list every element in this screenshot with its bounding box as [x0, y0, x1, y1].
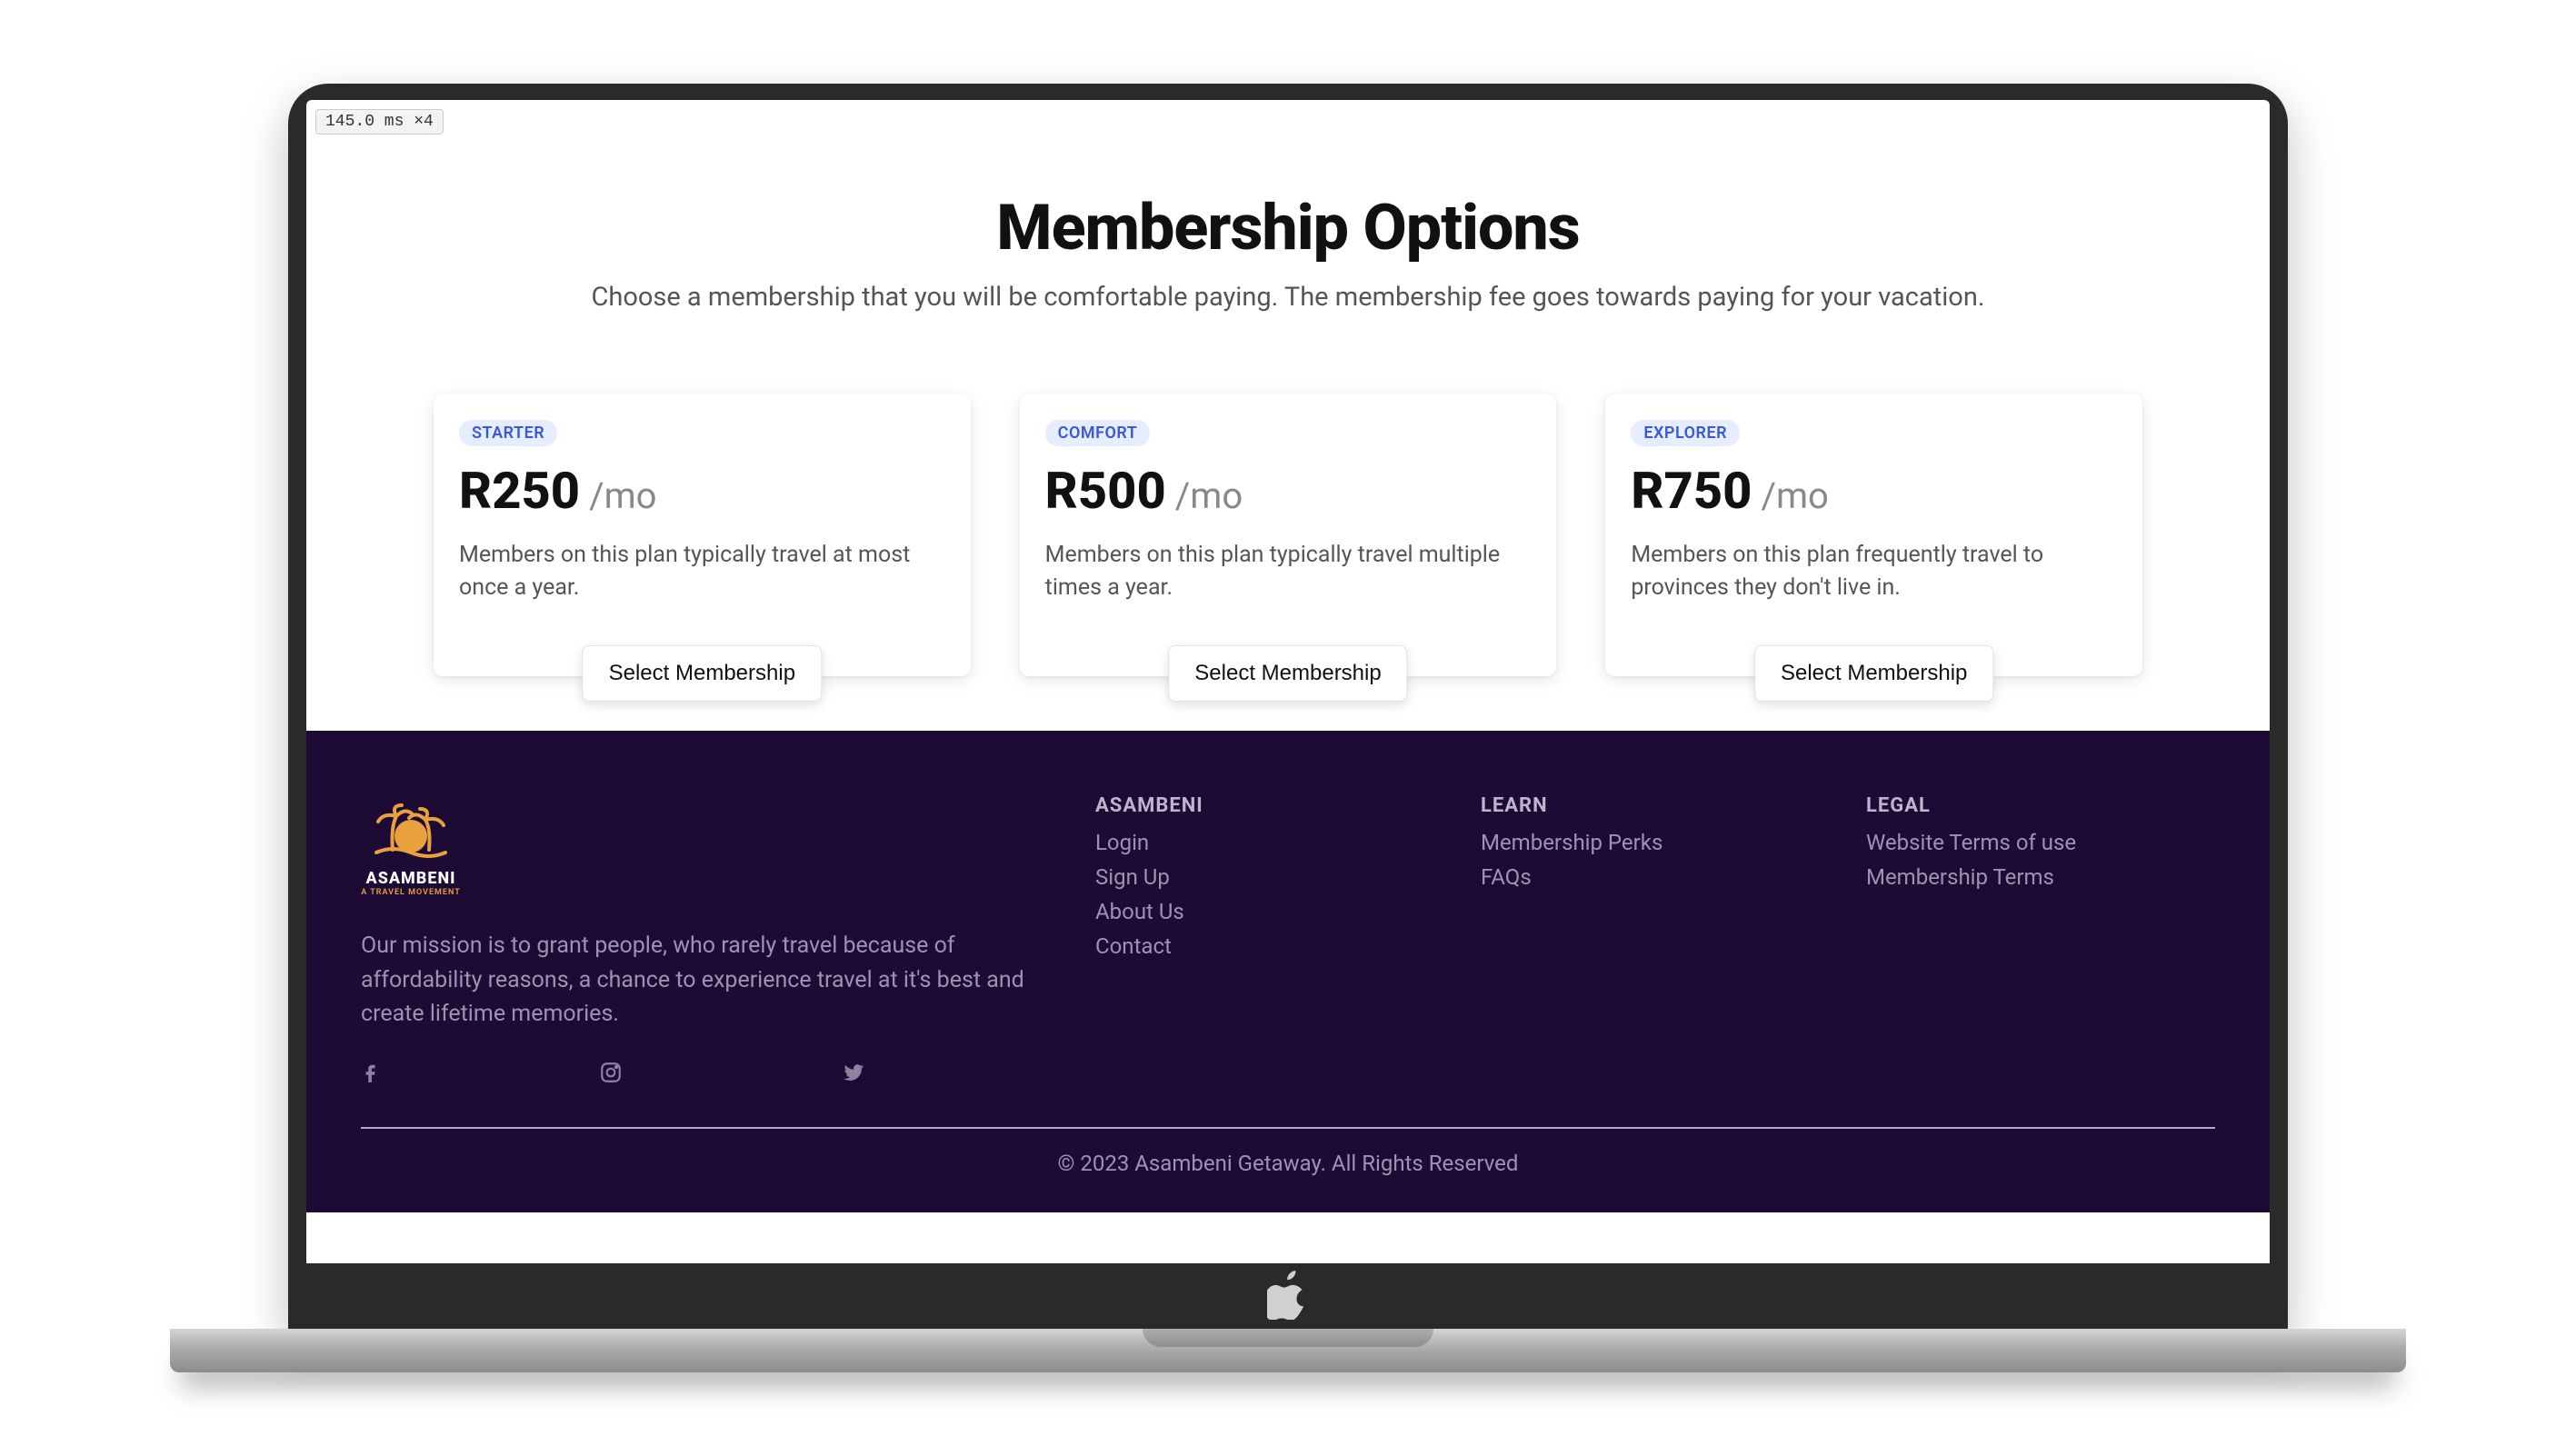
plan-price: R750: [1631, 461, 1752, 521]
brand-logo-tag: A TRAVEL MOVEMENT: [361, 888, 461, 897]
footer: ASAMBENI A TRAVEL MOVEMENT Our mission i…: [306, 731, 2270, 1212]
footer-grid: ASAMBENI A TRAVEL MOVEMENT Our mission i…: [361, 794, 2215, 1091]
footer-brand-col: ASAMBENI A TRAVEL MOVEMENT Our mission i…: [361, 794, 1059, 1091]
plan-period: /mo: [589, 474, 656, 517]
apple-logo-icon: [1267, 1271, 1309, 1320]
laptop-chin: [306, 1263, 2270, 1327]
page-content: Membership Options Choose a membership t…: [306, 100, 2270, 731]
footer-link-perks[interactable]: Membership Perks: [1481, 830, 1830, 855]
footer-col-head: LEGAL: [1866, 794, 2215, 817]
select-membership-button[interactable]: Select Membership: [583, 645, 822, 702]
plans-row: STARTER R250 /mo Members on this plan ty…: [434, 394, 2142, 676]
select-membership-button[interactable]: Select Membership: [1168, 645, 1407, 702]
twitter-icon[interactable]: [841, 1061, 866, 1091]
brand-logo: ASAMBENI A TRAVEL MOVEMENT: [361, 794, 461, 902]
footer-divider: [361, 1127, 2215, 1129]
social-row: [361, 1061, 1059, 1091]
plan-price: R250: [459, 461, 580, 521]
plan-period: /mo: [1175, 474, 1243, 517]
footer-link-terms-site[interactable]: Website Terms of use: [1866, 830, 2215, 855]
plan-badge: STARTER: [459, 420, 557, 446]
plan-badge: EXPLORER: [1631, 420, 1740, 446]
plan-comfort: COMFORT R500 /mo Members on this plan ty…: [1020, 394, 1557, 676]
perf-badge: 145.0 ms ×4: [315, 109, 444, 135]
mission-text: Our mission is to grant people, who rare…: [361, 929, 1052, 1032]
footer-link-contact[interactable]: Contact: [1095, 933, 1444, 959]
plan-price: R500: [1045, 461, 1166, 521]
footer-link-about[interactable]: About Us: [1095, 899, 1444, 924]
select-membership-button[interactable]: Select Membership: [1754, 645, 1993, 702]
brand-logo-name: ASAMBENI: [366, 869, 456, 888]
plan-badge: COMFORT: [1045, 420, 1151, 446]
plan-price-row: R250 /mo: [459, 461, 945, 521]
laptop-base: [170, 1329, 2406, 1372]
footer-link-login[interactable]: Login: [1095, 830, 1444, 855]
plan-price-row: R500 /mo: [1045, 461, 1532, 521]
page-title: Membership Options: [434, 191, 2142, 265]
laptop-frame: 145.0 ms ×4 Membership Options Choose a …: [288, 84, 2288, 1372]
screen: 145.0 ms ×4 Membership Options Choose a …: [306, 100, 2270, 1263]
plan-description: Members on this plan typically travel mu…: [1045, 539, 1532, 605]
footer-col-head: ASAMBENI: [1095, 794, 1444, 817]
plan-period: /mo: [1761, 474, 1828, 517]
palm-logo-icon: [365, 800, 456, 863]
footer-col-legal: LEGAL Website Terms of use Membership Te…: [1866, 794, 2215, 1091]
copyright-text: © 2023 Asambeni Getaway. All Rights Rese…: [361, 1151, 2215, 1176]
footer-col-learn: LEARN Membership Perks FAQs: [1481, 794, 1830, 1091]
facebook-icon[interactable]: [361, 1061, 381, 1091]
plan-explorer: EXPLORER R750 /mo Members on this plan f…: [1605, 394, 2142, 676]
laptop-bezel: 145.0 ms ×4 Membership Options Choose a …: [288, 84, 2288, 1329]
footer-col-asambeni: ASAMBENI Login Sign Up About Us Contact: [1095, 794, 1444, 1091]
page-subtitle: Choose a membership that you will be com…: [434, 282, 2142, 313]
footer-col-head: LEARN: [1481, 794, 1830, 817]
footer-link-faqs[interactable]: FAQs: [1481, 864, 1830, 890]
footer-link-terms-member[interactable]: Membership Terms: [1866, 864, 2215, 890]
plan-description: Members on this plan typically travel at…: [459, 539, 945, 605]
plan-description: Members on this plan frequently travel t…: [1631, 539, 2117, 605]
plan-starter: STARTER R250 /mo Members on this plan ty…: [434, 394, 971, 676]
instagram-icon[interactable]: [599, 1061, 623, 1091]
plan-price-row: R750 /mo: [1631, 461, 2117, 521]
footer-link-signup[interactable]: Sign Up: [1095, 864, 1444, 890]
